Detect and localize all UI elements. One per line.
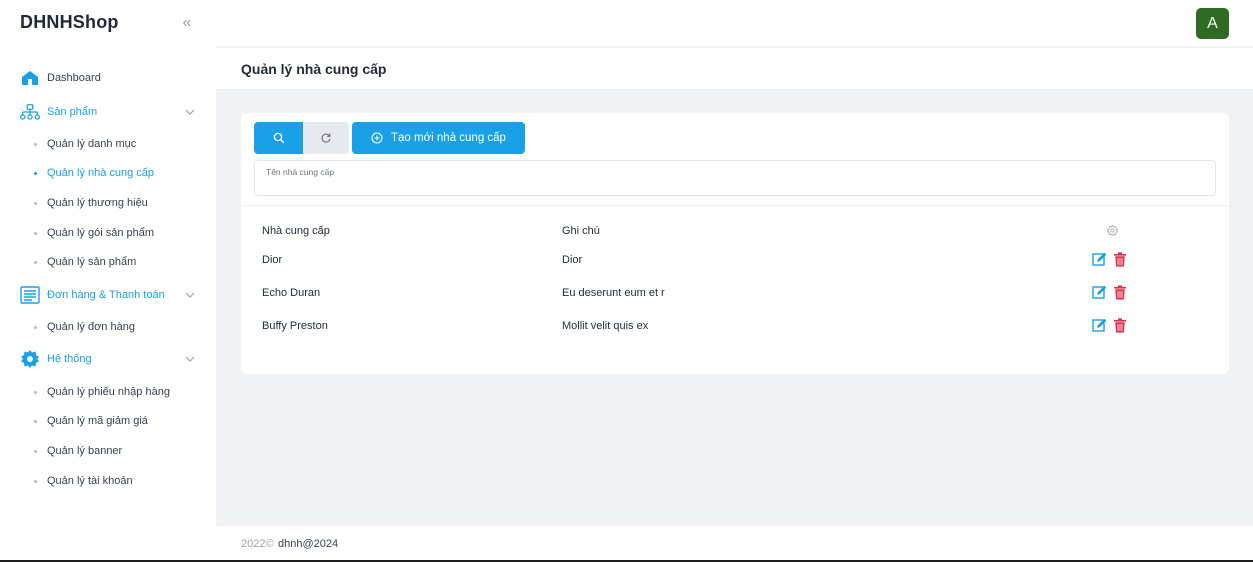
bullet-icon <box>34 390 37 394</box>
sidebar-group-system[interactable]: Hệ thống <box>20 349 92 369</box>
sidebar-item-products[interactable]: Quản lý sản phẩm <box>34 256 136 268</box>
cell-note: Mollit velit quis ex <box>562 320 649 332</box>
sidebar-item-orders[interactable]: Quản lý đơn hàng <box>34 321 135 333</box>
edit-icon[interactable] <box>1092 285 1107 300</box>
edit-icon[interactable] <box>1092 252 1107 267</box>
sidebar-item-label: Quản lý đơn hàng <box>47 321 135 333</box>
sidebar-item-label: Quản lý sản phẩm <box>47 256 137 268</box>
column-header-note: Ghi chú <box>562 225 600 237</box>
brand-logo[interactable]: DHNHShop <box>20 12 119 33</box>
sidebar-item-categories[interactable]: Quản lý danh mục <box>34 138 136 150</box>
cell-supplier-name: Echo Duran <box>262 287 321 299</box>
footer-copyright: 2022© <box>241 538 274 550</box>
bullet-icon <box>34 449 37 453</box>
sidebar-item-label: Quản lý danh mục <box>47 138 137 150</box>
bullet-icon <box>34 419 37 423</box>
refresh-icon <box>321 133 331 143</box>
sidebar-item-discount-codes[interactable]: Quản lý mã giảm giá <box>34 415 148 427</box>
chevron-down-icon[interactable] <box>184 106 196 118</box>
row-actions <box>1092 318 1128 333</box>
sidebar-item-suppliers[interactable]: Quản lý nhà cung cấp <box>34 167 154 179</box>
top-header <box>216 0 1253 47</box>
sidebar: DHNHShop « Dashboard Sản phẩm Quản lý da… <box>0 0 216 560</box>
bullet-icon <box>34 171 37 175</box>
sidebar-item-accounts[interactable]: Quản lý tài khoản <box>34 475 133 487</box>
collapse-sidebar-icon[interactable]: « <box>178 14 196 32</box>
sidebar-item-label: Quản lý banner <box>47 445 123 457</box>
cell-note: Dior <box>562 254 583 266</box>
chevron-down-icon[interactable] <box>184 289 196 301</box>
search-icon <box>273 132 284 144</box>
sitemap-icon <box>20 102 40 122</box>
page-title: Quản lý nhà cung cấp <box>241 61 387 77</box>
sidebar-item-label: Quản lý phiếu nhập hàng <box>47 386 170 398</box>
gear-icon <box>20 349 40 369</box>
supplier-name-placeholder: Tên nhà cung cấp <box>266 167 335 177</box>
sidebar-item-label: Quản lý mã giảm giá <box>47 415 148 427</box>
home-icon <box>20 68 40 88</box>
settings-icon[interactable] <box>1107 225 1118 236</box>
trash-icon[interactable] <box>1113 318 1128 333</box>
cell-supplier-name: Dior <box>262 254 283 266</box>
sidebar-item-brands[interactable]: Quản lý thương hiệu <box>34 197 148 209</box>
chevron-down-icon[interactable] <box>184 353 196 365</box>
sidebar-group-label: Đơn hàng & Thanh toán <box>47 289 165 301</box>
search-button[interactable] <box>254 122 303 154</box>
bullet-icon <box>34 231 37 235</box>
trash-icon[interactable] <box>1113 252 1128 267</box>
sidebar-item-banners[interactable]: Quản lý banner <box>34 445 122 457</box>
cell-supplier-name: Buffy Preston <box>262 320 328 332</box>
sidebar-group-orders[interactable]: Đơn hàng & Thanh toán <box>20 285 165 305</box>
bullet-icon <box>34 479 37 483</box>
bullet-icon <box>34 142 37 146</box>
create-supplier-button[interactable]: Tạo mới nhà cung cấp <box>352 122 525 154</box>
plus-circle-icon <box>371 132 383 144</box>
sidebar-item-dashboard[interactable]: Dashboard <box>20 68 101 88</box>
row-actions <box>1092 285 1128 300</box>
sidebar-item-import-receipts[interactable]: Quản lý phiếu nhập hàng <box>34 386 170 398</box>
create-supplier-label: Tạo mới nhà cung cấp <box>391 132 506 144</box>
column-header-supplier: Nhà cung cấp <box>262 225 330 237</box>
sidebar-item-label: Quản lý tài khoản <box>47 475 133 487</box>
sidebar-item-label: Quản lý nhà cung cấp <box>47 167 155 179</box>
supplier-card: Tạo mới nhà cung cấp Tên nhà cung cấp Nh… <box>241 113 1229 374</box>
sidebar-item-label: Dashboard <box>47 72 101 84</box>
trash-icon[interactable] <box>1113 285 1128 300</box>
receipt-icon <box>20 285 40 305</box>
sidebar-item-label: Quản lý thương hiệu <box>47 197 148 209</box>
bullet-icon <box>34 325 37 329</box>
sidebar-group-products[interactable]: Sản phẩm <box>20 102 97 122</box>
footer: 2022© dhnh@2024 <box>216 526 1253 560</box>
bullet-icon <box>34 201 37 205</box>
supplier-name-input[interactable]: Tên nhà cung cấp <box>254 160 1216 196</box>
bullet-icon <box>34 260 37 264</box>
cell-note: Eu deserunt eum et r <box>562 287 665 299</box>
sidebar-group-label: Hệ thống <box>47 353 92 365</box>
row-actions <box>1092 252 1128 267</box>
sidebar-group-label: Sản phẩm <box>47 106 98 118</box>
sidebar-item-label: Quản lý gói sản phẩm <box>47 227 155 239</box>
footer-author: dhnh@2024 <box>278 538 339 550</box>
edit-icon[interactable] <box>1092 318 1107 333</box>
reset-button[interactable] <box>303 122 349 154</box>
sidebar-item-packages[interactable]: Quản lý gói sản phẩm <box>34 227 154 239</box>
user-avatar[interactable]: A <box>1196 8 1229 39</box>
page-title-bar: Quản lý nhà cung cấp <box>216 48 1253 90</box>
divider <box>241 205 1229 206</box>
